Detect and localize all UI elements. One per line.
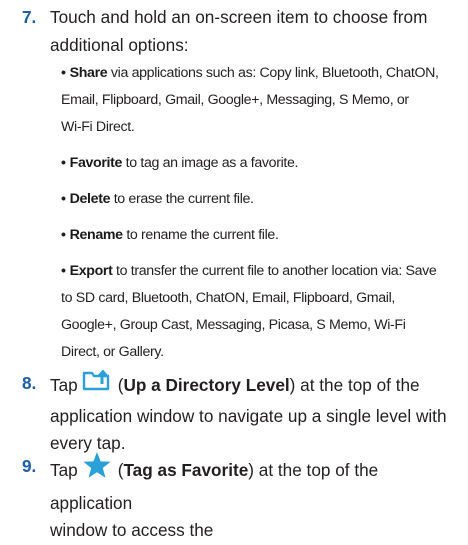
- bullet-text: to erase the current file.: [110, 191, 254, 207]
- step-8-line-2: application window to navigate up a sing…: [50, 405, 447, 426]
- up-a-directory-level-label: Up a Directory Level: [123, 374, 290, 395]
- bullet-term: Rename: [69, 227, 123, 243]
- bullet-line: to SD card, Bluetooth, ChatON, Email, Fl…: [61, 290, 396, 306]
- step-text: Tap (Tag as Favorite) at the top of the …: [50, 451, 462, 545]
- bullet-term: Share: [69, 65, 108, 81]
- step-8-line-1: Tap (Up a Directory Level) at the top of…: [50, 368, 462, 403]
- tap-word: Tap: [50, 374, 78, 395]
- bullet-line: • Export to transfer the current file to …: [61, 258, 461, 285]
- step-9-line-1: Tap (Tag as Favorite) at the top of the …: [50, 451, 462, 517]
- step-7-line-1: Touch and hold an on-screen item to choo…: [50, 7, 428, 27]
- step-number: 8.: [22, 373, 37, 393]
- bullet-text: via applications such as: Copy link, Blu…: [107, 65, 439, 81]
- bullet-term: Favorite: [69, 155, 123, 171]
- bullet-line: Email, Flipboard, Gmail, Google+, Messag…: [61, 92, 409, 108]
- tap-word: Tap: [50, 459, 78, 480]
- bullet-text: to transfer the current file to another …: [112, 263, 437, 279]
- bullet-line: • Share via applications such as: Copy li…: [61, 60, 461, 87]
- step-text: Touch and hold an on-screen item to choo…: [50, 4, 462, 59]
- bullet-delete: • Delete to erase the current file.: [61, 186, 461, 213]
- bullet-line: • Delete to erase the current file.: [61, 186, 461, 213]
- star-icon: [82, 451, 112, 488]
- bullet-dot: •: [61, 65, 66, 81]
- bullet-rename: • Rename to rename the current file.: [61, 222, 461, 249]
- bullet-line: • Rename to rename the current file.: [61, 222, 461, 249]
- bullet-line: Google+, Group Cast, Messaging, Picasa, …: [61, 317, 406, 333]
- bullet-line: Direct, or Gallery.: [61, 344, 164, 360]
- step-text-rest: ) at the top of the: [289, 374, 420, 395]
- bullet-term: Export: [69, 263, 113, 279]
- step-7-line-2: additional options:: [50, 34, 189, 55]
- step-text: Tap (Up a Directory Level) at the top of…: [50, 368, 462, 458]
- bullet-text: to rename the current file.: [122, 227, 279, 243]
- folder-up-arrow-icon: [82, 368, 112, 401]
- bullet-favorite: • Favorite to tag an image as a favorite.: [61, 150, 461, 177]
- bullet-line: • Favorite to tag an image as a favorite.: [61, 150, 461, 177]
- bullet-line: Wi-Fi Direct.: [61, 119, 135, 135]
- bullet-share: • Share via applications such as: Copy li…: [61, 60, 461, 141]
- bullet-dot: •: [61, 263, 66, 279]
- bullet-text: to tag an image as a favorite.: [122, 155, 299, 171]
- bullet-dot: •: [61, 227, 66, 243]
- bullet-dot: •: [61, 191, 66, 207]
- tag-as-favorite-label: Tag as Favorite: [123, 459, 249, 480]
- step-number: 9.: [22, 456, 37, 476]
- bullet-term: Delete: [69, 191, 111, 207]
- bullet-dot: •: [61, 155, 66, 171]
- step-number: 7.: [22, 7, 37, 27]
- step-9-line-2: window to access the: [50, 520, 214, 540]
- bullet-export: • Export to transfer the current file to …: [61, 258, 461, 366]
